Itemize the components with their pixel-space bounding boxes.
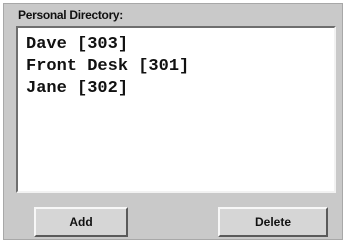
- list-item[interactable]: Front Desk [301]: [26, 56, 334, 78]
- personal-directory-panel: Personal Directory: Dave [303] Front Des…: [3, 3, 343, 240]
- list-item[interactable]: Jane [302]: [26, 78, 334, 100]
- directory-listbox[interactable]: Dave [303] Front Desk [301] Jane [302]: [16, 26, 336, 193]
- add-button[interactable]: Add: [34, 207, 128, 237]
- delete-button[interactable]: Delete: [218, 207, 328, 237]
- directory-title: Personal Directory:: [18, 8, 124, 22]
- list-item[interactable]: Dave [303]: [26, 34, 334, 56]
